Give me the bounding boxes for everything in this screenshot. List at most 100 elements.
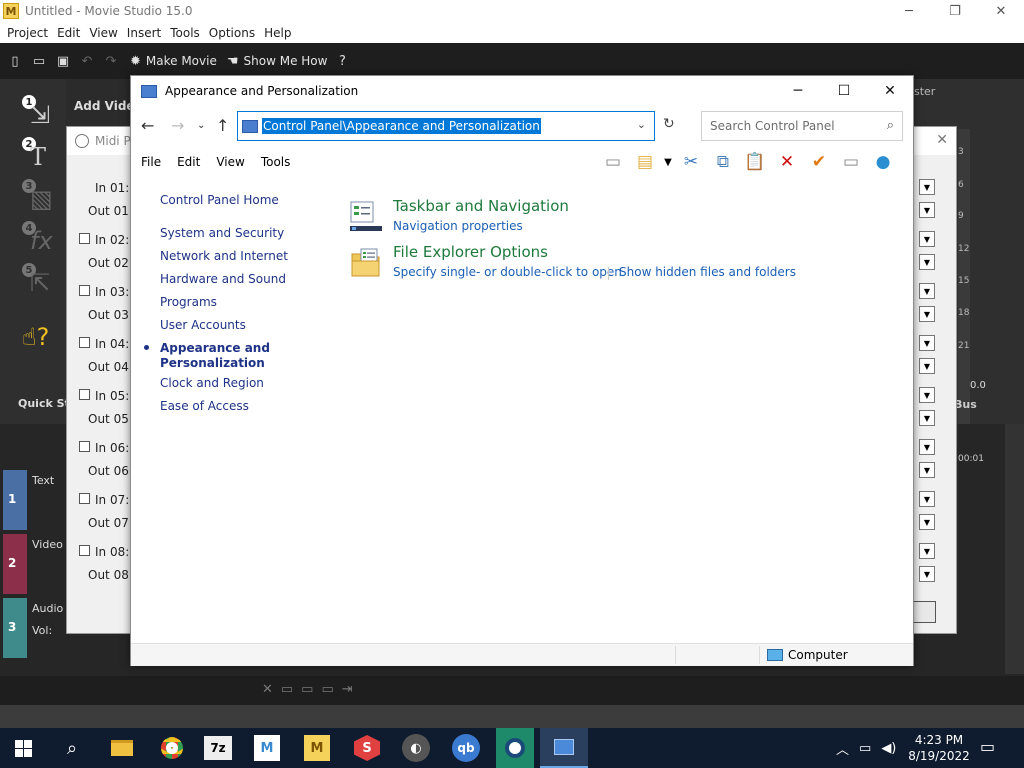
chevron-down-icon[interactable]: ▼ [919, 543, 935, 559]
track-header-text[interactable]: 1 [3, 470, 27, 530]
step-add-media[interactable]: 1 ⇲ [22, 95, 56, 129]
movie-studio-app-icon[interactable]: M [254, 735, 280, 761]
app-active-icon[interactable] [496, 728, 534, 768]
track-header-video[interactable]: 2 [3, 534, 27, 594]
help-cursor-icon[interactable]: ? [333, 52, 351, 70]
volume-icon[interactable]: ◀) [881, 741, 896, 756]
copy-icon[interactable]: ⧉ [707, 150, 739, 174]
search-input[interactable]: Search Control Panel ⌕ [701, 111, 903, 141]
close-icon[interactable]: ✕ [867, 76, 913, 106]
category-title-file-explorer-options[interactable]: File Explorer Options [393, 243, 548, 261]
app-circle-icon[interactable]: ◐ [402, 734, 430, 762]
windows-start-icon[interactable] [15, 740, 32, 757]
folder-view-icon[interactable]: ▤ [629, 150, 661, 174]
sidebar-item-clock-region[interactable]: Clock and Region [160, 376, 264, 390]
file-explorer-icon[interactable] [106, 732, 138, 764]
preview-pane-icon[interactable]: ▭ [597, 150, 629, 174]
menu-project[interactable]: Project [7, 26, 48, 40]
chevron-down-icon[interactable]: ▼ [919, 387, 935, 403]
step-add-text[interactable]: 2T [22, 137, 56, 171]
maximize-icon[interactable]: ☐ [821, 76, 867, 106]
midi-checkbox[interactable] [79, 545, 90, 556]
menu-file[interactable]: File [141, 155, 161, 169]
chrome-icon[interactable] [156, 732, 188, 764]
minimize-icon[interactable]: ─ [775, 76, 821, 106]
step-export[interactable]: 5 ⇱ [22, 263, 56, 297]
control-panel-taskbar-icon[interactable] [540, 728, 588, 768]
transport-controls-icon[interactable]: ✕▭▭▭⇥ [262, 682, 361, 697]
chevron-up-icon[interactable]: ︿ [836, 739, 849, 758]
clock[interactable]: 4:23 PM 8/19/2022 [907, 732, 971, 764]
network-icon[interactable]: ▭ [859, 741, 871, 756]
sidebar-item-system-security[interactable]: System and Security [160, 226, 284, 240]
qbittorrent-icon[interactable]: qb [452, 734, 480, 762]
checkmark-icon[interactable]: ✔ [803, 150, 835, 174]
sidebar-item-control-panel-home[interactable]: Control Panel Home [160, 193, 279, 207]
app-s-icon[interactable]: S [354, 735, 380, 761]
track-header-audio[interactable]: 3 [3, 598, 27, 658]
back-arrow-icon[interactable]: ← [141, 116, 154, 135]
step-effects[interactable]: 4 fx [22, 221, 56, 255]
sidebar-item-appearance-personalization[interactable]: Appearance and Personalization [144, 341, 270, 371]
menu-view[interactable]: View [216, 155, 244, 169]
chevron-down-icon[interactable]: ▼ [919, 179, 935, 195]
chevron-down-icon[interactable]: ▼ [919, 358, 935, 374]
link-navigation-properties[interactable]: Navigation properties [393, 219, 523, 233]
midi-checkbox[interactable] [79, 389, 90, 400]
timeline-vertical-scrollbar[interactable] [1005, 424, 1024, 674]
chevron-down-icon[interactable]: ▼ [919, 254, 935, 270]
cut-icon[interactable]: ✂ [675, 150, 707, 174]
chevron-down-icon[interactable]: ▼ [661, 150, 675, 174]
chevron-down-icon[interactable]: ▼ [919, 231, 935, 247]
chevron-down-icon[interactable]: ▼ [919, 462, 935, 478]
chevron-down-icon[interactable]: ⌄ [637, 118, 646, 131]
recent-locations-chevron-icon[interactable]: ⌄ [197, 120, 205, 131]
save-icon[interactable]: ▣ [54, 52, 72, 70]
movie-studio-app-icon-2[interactable]: M [304, 735, 330, 761]
sidebar-item-user-accounts[interactable]: User Accounts [160, 318, 246, 332]
globe-icon[interactable]: ● [867, 150, 899, 174]
chevron-down-icon[interactable]: ▼ [919, 439, 935, 455]
close-icon[interactable]: ✕ [978, 0, 1024, 22]
chevron-down-icon[interactable]: ▼ [919, 410, 935, 426]
chevron-down-icon[interactable]: ▼ [919, 283, 935, 299]
menu-tools[interactable]: Tools [170, 26, 200, 40]
chevron-down-icon[interactable]: ▼ [919, 491, 935, 507]
sidebar-item-hardware-sound[interactable]: Hardware and Sound [160, 272, 286, 286]
close-icon[interactable]: ✕ [936, 132, 948, 148]
undo-icon[interactable]: ↶ [78, 52, 96, 70]
properties-icon[interactable]: ▭ [835, 150, 867, 174]
chevron-down-icon[interactable]: ▼ [919, 335, 935, 351]
restore-icon[interactable]: ❐ [932, 0, 978, 22]
up-arrow-icon[interactable]: ↑ [216, 116, 229, 135]
forward-arrow-icon[interactable]: → [171, 116, 184, 135]
show-me-how-button[interactable]: ☚ Show Me How [227, 54, 328, 69]
7zip-icon[interactable]: 7z [204, 736, 232, 760]
redo-icon[interactable]: ↷ [102, 52, 120, 70]
link-single-double-click[interactable]: Specify single- or double-click to open [393, 265, 622, 279]
menu-edit[interactable]: Edit [177, 155, 200, 169]
midi-checkbox[interactable] [79, 493, 90, 504]
notification-icon[interactable]: ▭ [980, 737, 1000, 757]
menu-edit[interactable]: Edit [57, 26, 80, 40]
chevron-down-icon[interactable]: ▼ [919, 566, 935, 582]
menu-tools[interactable]: Tools [261, 155, 291, 169]
menu-help[interactable]: Help [264, 26, 291, 40]
link-show-hidden-files[interactable]: Show hidden files and folders [619, 265, 796, 279]
menu-insert[interactable]: Insert [127, 26, 161, 40]
step-transitions[interactable]: 3 ▧ [22, 179, 56, 213]
chevron-down-icon[interactable]: ▼ [919, 306, 935, 322]
midi-checkbox[interactable] [79, 233, 90, 244]
sidebar-item-network-internet[interactable]: Network and Internet [160, 249, 288, 263]
address-text[interactable]: Control Panel\Appearance and Personaliza… [262, 118, 541, 134]
search-icon[interactable]: ⌕ [887, 118, 894, 133]
step-help[interactable]: ☝? [22, 319, 56, 353]
delete-icon[interactable]: ✕ [771, 150, 803, 174]
minimize-icon[interactable]: ─ [886, 0, 932, 22]
chevron-down-icon[interactable]: ▼ [919, 514, 935, 530]
search-icon[interactable]: ⌕ [56, 732, 88, 764]
midi-checkbox[interactable] [79, 285, 90, 296]
midi-checkbox[interactable] [79, 337, 90, 348]
sidebar-item-programs[interactable]: Programs [160, 295, 217, 309]
open-folder-icon[interactable]: ▭ [30, 52, 48, 70]
